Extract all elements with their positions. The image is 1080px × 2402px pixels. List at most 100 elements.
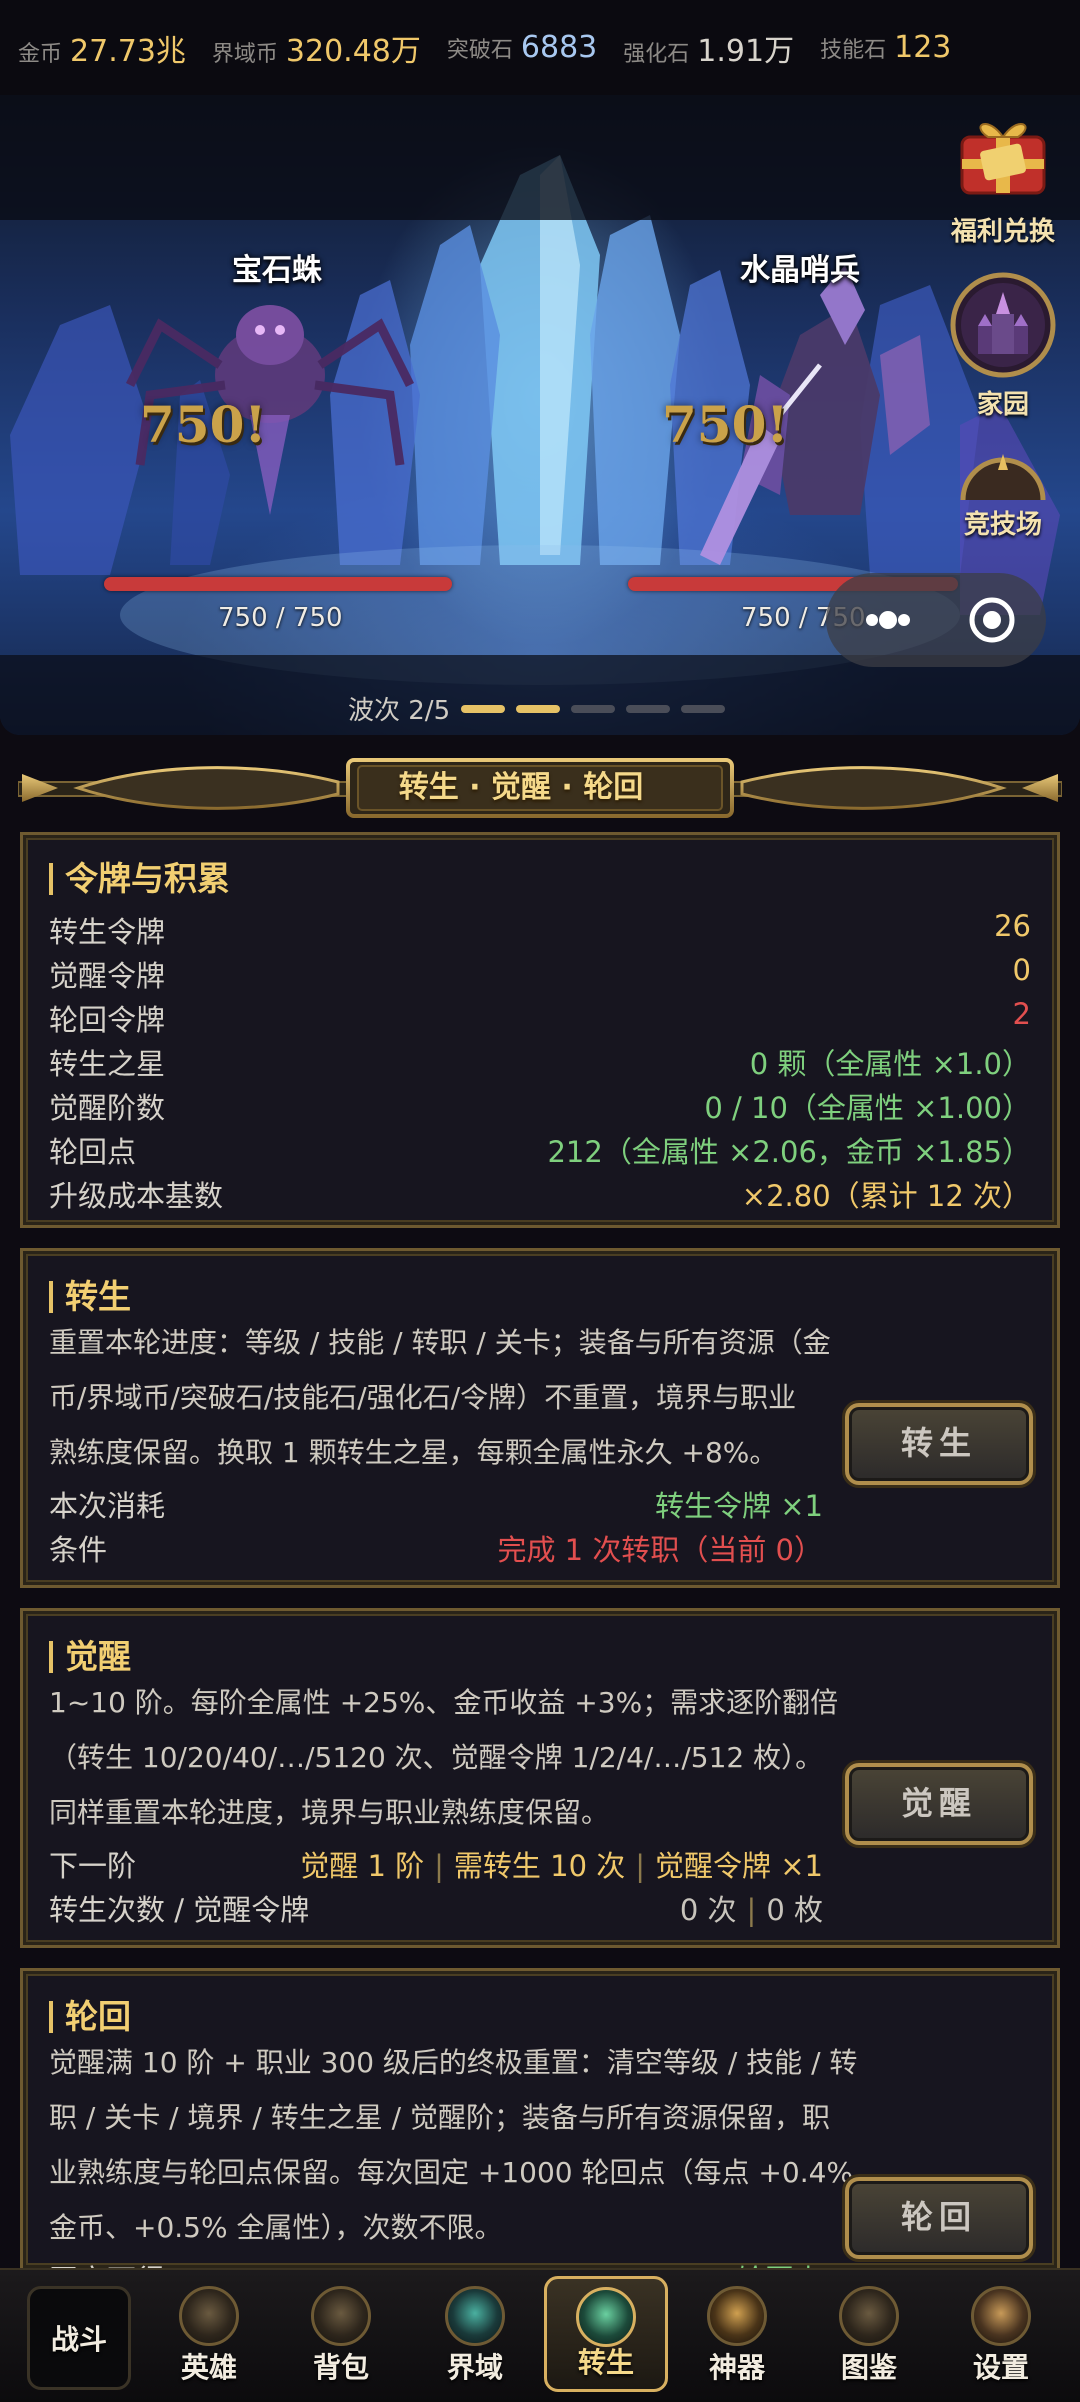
wave-indicator: 波次 2/5	[348, 690, 726, 727]
row-label: 条件	[49, 1533, 108, 1567]
home-button[interactable]: 家园	[938, 270, 1068, 421]
tokens-title: 令牌与积累	[49, 862, 230, 895]
arena-button[interactable]: 竞技场	[938, 440, 1068, 541]
row-value: 212（全属性 ×2.06，金币 ×1.85）	[547, 1135, 1031, 1169]
nav-label: 神器	[708, 2351, 765, 2384]
nav-label: 界域	[446, 2351, 503, 2384]
currency-value: 123	[894, 30, 952, 65]
wave-dot	[626, 704, 671, 713]
battle-scene: 宝石蛛 水晶哨兵 750! 750! 750 / 750 750 / 750 波…	[0, 95, 1080, 735]
currency-label: 技能石	[820, 38, 887, 63]
reincarnation-desc-line: 金币、+0.5% 全属性），次数不限。	[49, 2211, 503, 2244]
monster-name-1: 宝石蛛	[232, 253, 322, 288]
nav-label: 背包	[312, 2351, 369, 2384]
wave-dot	[461, 704, 506, 713]
nav-settings[interactable]: 设置	[944, 2286, 1058, 2394]
awaken-panel: 觉醒 1~10 阶。每阶全属性 +25%、金币收益 +3%；需求逐阶翻倍 （转生…	[20, 1608, 1060, 1948]
row-value: 0 / 10（全属性 ×1.00）	[704, 1091, 1031, 1125]
row-value: 0 次 | 0 枚	[680, 1887, 823, 1929]
row-label: 转生令牌	[49, 915, 166, 949]
divider: |	[434, 1849, 444, 1883]
wave-dot	[571, 704, 616, 713]
rebirth-desc-line: 重置本轮进度：等级 / 技能 / 转职 / 关卡；装备与所有资源（金	[49, 1326, 831, 1359]
currency-value: 1.91万	[697, 33, 795, 69]
mini-program-capsule[interactable]	[826, 573, 1046, 667]
divider: |	[635, 1849, 646, 1883]
reincarnation-button[interactable]: 轮回	[845, 2177, 1033, 2259]
currency-breakthrough-stone: 突破石 6883	[447, 30, 597, 65]
nav-label: 英雄	[180, 2351, 237, 2384]
wave-text: 波次 2/5	[348, 696, 451, 726]
welfare-exchange-button[interactable]: 福利兑换	[938, 107, 1068, 248]
nav-artifact[interactable]: 神器	[680, 2286, 794, 2394]
row-value: 1000 轮回点	[653, 2257, 823, 2268]
damage-number-2: 750!	[662, 395, 789, 454]
next-token-req: 觉醒令牌 ×1	[655, 1849, 823, 1883]
rebirth-title: 转生	[49, 1280, 131, 1313]
arena-label: 竞技场	[963, 510, 1042, 540]
rebirth-count: 0 次	[679, 1893, 737, 1927]
row-label: 轮回点	[49, 1135, 137, 1169]
row-label: 固定可得	[49, 2257, 165, 2268]
awaken-desc-line: （转生 10/20/40/…/5120 次、觉醒令牌 1/2/4/…/512 枚…	[49, 1741, 824, 1774]
rebirth-icon	[576, 2287, 636, 2347]
row-value: 2	[1012, 997, 1031, 1031]
castle-icon	[950, 272, 1056, 378]
codex-icon	[839, 2286, 899, 2346]
row-value: 转生令牌 ×1	[655, 1489, 823, 1523]
bottom-navigation: 战斗 英雄 背包 界域 转生 神器 图鉴 设置	[0, 2268, 1080, 2402]
reincarnation-desc-line: 职 / 关卡 / 境界 / 转生之星 / 觉醒阶；装备与所有资源保留，职	[49, 2101, 830, 2134]
awaken-desc-line: 同样重置本轮进度，境界与职业熟练度保留。	[49, 1796, 610, 1829]
row-label: 转生之星	[49, 1047, 166, 1081]
awaken-desc-line: 1~10 阶。每阶全属性 +25%、金币收益 +3%；需求逐阶翻倍	[49, 1686, 839, 1719]
row-value: 26	[994, 909, 1031, 943]
nav-codex[interactable]: 图鉴	[812, 2286, 926, 2394]
rebirth-desc-line: 币/界域币/突破石/技能石/强化石/令牌）不重置，境界与职业	[49, 1381, 797, 1414]
awaken-title: 觉醒	[49, 1640, 131, 1673]
awaken-button[interactable]: 觉醒	[845, 1763, 1033, 1845]
wave-dot	[681, 704, 726, 713]
rebirth-button[interactable]: 转生	[845, 1403, 1033, 1485]
row-value: 0 颗（全属性 ×1.0）	[749, 1047, 1031, 1081]
currency-skill-stone: 技能石 123	[820, 30, 951, 65]
row-label: 觉醒令牌	[49, 959, 166, 993]
nav-label: 战斗	[50, 2323, 107, 2356]
monster-name-2: 水晶哨兵	[740, 253, 860, 288]
awaken-token-count: 0 枚	[766, 1893, 823, 1927]
rebirth-desc-line: 熟练度保留。换取 1 颗转生之星，每颗全属性永久 +8%。	[49, 1436, 778, 1469]
row-label: 转生次数 / 觉醒令牌	[49, 1893, 310, 1927]
divider: |	[746, 1893, 757, 1927]
currency-label: 界域币	[211, 41, 278, 67]
currency-label: 金币	[18, 41, 63, 67]
realm-icon	[445, 2286, 505, 2346]
nav-realm[interactable]: 界域	[418, 2286, 532, 2394]
nav-label: 图鉴	[840, 2351, 897, 2384]
currency-gold: 金币 27.73兆	[18, 26, 186, 70]
currency-value: 27.73兆	[70, 33, 186, 69]
settings-icon	[971, 2286, 1031, 2346]
currency-label: 强化石	[623, 41, 690, 67]
row-value: 0	[1012, 953, 1031, 987]
currency-enhance-stone: 强化石 1.91万	[623, 26, 794, 70]
reincarnation-desc-line: 觉醒满 10 阶 + 职业 300 级后的终极重置：清空等级 / 技能 / 转	[49, 2046, 858, 2079]
next-tier: 觉醒 1 阶	[300, 1849, 425, 1883]
next-rebirth-req: 需转生 10 次	[453, 1849, 626, 1883]
nav-backpack[interactable]: 背包	[284, 2286, 398, 2394]
row-value: ×2.80（累计 12 次）	[741, 1179, 1031, 1213]
more-dots-icon	[866, 597, 1015, 643]
nav-battle[interactable]: 战斗	[22, 2286, 136, 2394]
row-label: 轮回令牌	[49, 1003, 166, 1037]
currency-bar: 金币 27.73兆 界域币 320.48万 突破石 6883 强化石 1.91万 技能石…	[0, 0, 1080, 95]
nav-hero[interactable]: 英雄	[152, 2286, 266, 2394]
row-label: 觉醒阶数	[49, 1091, 166, 1125]
scene-top-shade	[0, 95, 1080, 220]
nav-rebirth[interactable]: 转生	[544, 2276, 668, 2392]
tokens-panel: 令牌与积累 转生令牌 26 觉醒令牌 0 轮回令牌 2 转生之星 0 颗（全属性 ×1.…	[20, 832, 1060, 1228]
hero-icon	[179, 2286, 239, 2346]
currency-realm-coin: 界域币 320.48万	[212, 26, 421, 70]
home-label: 家园	[976, 390, 1029, 420]
row-value: 完成 1 次转职（当前 0）	[497, 1533, 823, 1567]
arena-icon	[960, 454, 1046, 501]
wave-dot	[516, 704, 561, 713]
row-label: 本次消耗	[49, 1489, 166, 1523]
